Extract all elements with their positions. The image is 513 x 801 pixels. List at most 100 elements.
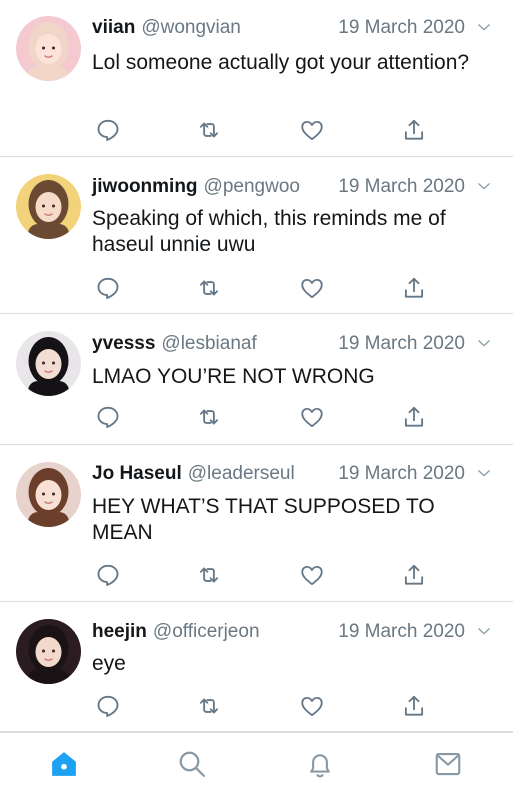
retweet-button[interactable] bbox=[194, 560, 224, 590]
tweet-menu-button[interactable] bbox=[475, 18, 493, 36]
reply-button[interactable] bbox=[93, 402, 123, 432]
tweet-header: jiwoonming @pengwoo 19 March 2020 bbox=[92, 176, 493, 198]
tweet-menu-button[interactable] bbox=[475, 177, 493, 195]
retweet-icon bbox=[199, 122, 219, 138]
reply-button[interactable] bbox=[93, 560, 123, 590]
tweet-actions bbox=[0, 273, 513, 303]
display-name[interactable]: Jo Haseul bbox=[92, 463, 182, 484]
like-icon bbox=[301, 407, 323, 428]
messages-icon bbox=[435, 752, 461, 776]
chevron-down-icon bbox=[478, 628, 490, 635]
retweet-button[interactable] bbox=[194, 402, 224, 432]
chevron-down-icon bbox=[478, 24, 490, 31]
tweet-menu-button[interactable] bbox=[475, 334, 493, 352]
search-icon bbox=[179, 751, 205, 777]
tweet-menu-button[interactable] bbox=[475, 622, 493, 640]
nav-search[interactable] bbox=[175, 747, 209, 781]
share-icon bbox=[404, 695, 424, 716]
tweet-header: Jo Haseul @leaderseul 19 March 2020 bbox=[92, 463, 493, 485]
avatar-image bbox=[16, 331, 81, 396]
avatar-image bbox=[16, 462, 81, 527]
nav-home[interactable] bbox=[47, 747, 81, 781]
user-handle[interactable]: @leaderseul bbox=[188, 463, 295, 484]
reply-icon bbox=[97, 695, 119, 717]
share-button[interactable] bbox=[399, 402, 429, 432]
tweet-text: Lol someone actually got your attention? bbox=[92, 51, 470, 74]
avatar[interactable] bbox=[16, 16, 81, 81]
avatar[interactable] bbox=[16, 462, 81, 527]
share-icon bbox=[404, 406, 424, 427]
retweet-button[interactable] bbox=[194, 115, 224, 145]
chevron-down-icon bbox=[478, 470, 490, 477]
like-icon bbox=[301, 120, 323, 141]
tweet[interactable]: yvesss @lesbianaf 19 March 2020 LMAO YOU’RE… bbox=[0, 314, 513, 445]
user-handle[interactable]: @officerjeon bbox=[153, 621, 260, 642]
tweet-actions bbox=[0, 691, 513, 721]
home-icon bbox=[52, 752, 76, 776]
tweet-header: viian @wongvian 19 March 2020 bbox=[92, 17, 493, 39]
tweet-date: 19 March 2020 bbox=[338, 17, 465, 38]
like-icon bbox=[301, 278, 323, 299]
retweet-button[interactable] bbox=[194, 273, 224, 303]
like-button[interactable] bbox=[297, 115, 327, 145]
display-name[interactable]: yvesss bbox=[92, 333, 155, 354]
tweet-actions bbox=[0, 402, 513, 432]
avatar-image bbox=[16, 16, 81, 81]
retweet-icon bbox=[199, 280, 219, 296]
tweet-text: HEY WHAT’S THAT SUPPOSED TO MEAN bbox=[92, 495, 435, 544]
avatar[interactable] bbox=[16, 619, 81, 684]
tweet-actions bbox=[0, 115, 513, 145]
chevron-down-icon bbox=[478, 183, 490, 190]
bottom-navigation bbox=[0, 732, 513, 801]
reply-button[interactable] bbox=[93, 691, 123, 721]
share-icon bbox=[404, 119, 424, 140]
retweet-button[interactable] bbox=[194, 691, 224, 721]
reply-icon bbox=[97, 564, 119, 586]
reply-icon bbox=[97, 277, 119, 299]
share-button[interactable] bbox=[399, 560, 429, 590]
tweet-header: heejin @officerjeon 19 March 2020 bbox=[92, 621, 493, 643]
avatar-image bbox=[16, 619, 81, 684]
like-button[interactable] bbox=[297, 273, 327, 303]
like-button[interactable] bbox=[297, 691, 327, 721]
display-name[interactable]: heejin bbox=[92, 621, 147, 642]
tweet[interactable]: Jo Haseul @leaderseul 19 March 2020 HEY WHA… bbox=[0, 445, 513, 602]
tweet[interactable]: viian @wongvian 19 March 2020 Lol someone a… bbox=[0, 0, 513, 157]
tweet[interactable]: heejin @officerjeon 19 March 2020 eye bbox=[0, 602, 513, 732]
tweet-text: eye bbox=[92, 652, 126, 675]
nav-notifications[interactable] bbox=[303, 747, 337, 781]
avatar[interactable] bbox=[16, 331, 81, 396]
like-icon bbox=[301, 696, 323, 717]
share-button[interactable] bbox=[399, 273, 429, 303]
nav-messages[interactable] bbox=[431, 747, 465, 781]
tweet-date: 19 March 2020 bbox=[338, 463, 465, 484]
reply-button[interactable] bbox=[93, 115, 123, 145]
share-icon bbox=[404, 277, 424, 298]
user-handle[interactable]: @pengwoo bbox=[204, 176, 300, 197]
tweet-date: 19 March 2020 bbox=[338, 621, 465, 642]
share-button[interactable] bbox=[399, 115, 429, 145]
share-button[interactable] bbox=[399, 691, 429, 721]
tweet-menu-button[interactable] bbox=[475, 464, 493, 482]
tweet-date: 19 March 2020 bbox=[338, 333, 465, 354]
tweet-text: Speaking of which, this reminds me of ha… bbox=[92, 207, 446, 256]
tweet-actions bbox=[0, 560, 513, 590]
tweet[interactable]: jiwoonming @pengwoo 19 March 2020 Speaking … bbox=[0, 157, 513, 314]
user-handle[interactable]: @wongvian bbox=[141, 17, 241, 38]
tweet-text: LMAO YOU’RE NOT WRONG bbox=[92, 365, 375, 388]
avatar[interactable] bbox=[16, 174, 81, 239]
like-icon bbox=[301, 565, 323, 586]
notifications-icon bbox=[310, 754, 330, 778]
reply-button[interactable] bbox=[93, 273, 123, 303]
display-name[interactable]: viian bbox=[92, 17, 135, 38]
display-name[interactable]: jiwoonming bbox=[92, 176, 198, 197]
reply-icon bbox=[97, 119, 119, 141]
tweet-date: 19 March 2020 bbox=[338, 176, 465, 197]
retweet-icon bbox=[199, 567, 219, 583]
like-button[interactable] bbox=[297, 402, 327, 432]
avatar-image bbox=[16, 174, 81, 239]
user-handle[interactable]: @lesbianaf bbox=[161, 333, 256, 354]
reply-icon bbox=[97, 406, 119, 428]
retweet-icon bbox=[199, 698, 219, 714]
like-button[interactable] bbox=[297, 560, 327, 590]
